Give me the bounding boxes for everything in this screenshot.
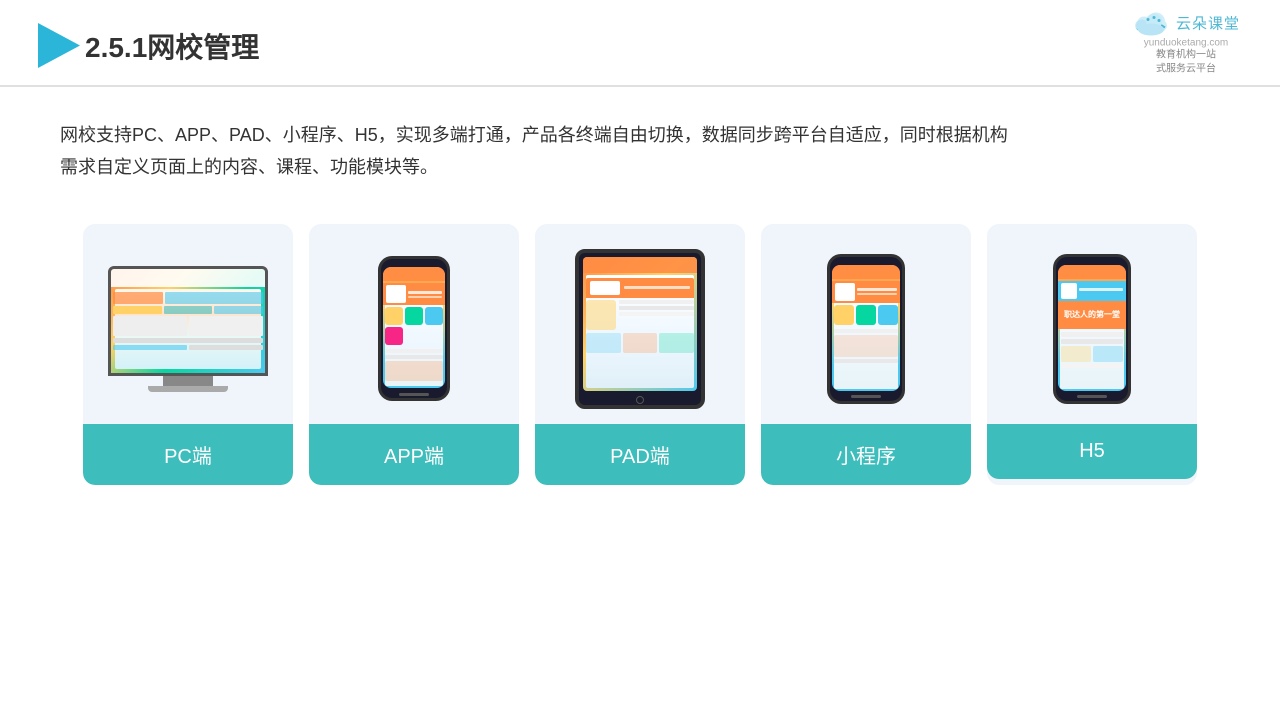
- card-miniprogram-label: 小程序: [761, 424, 971, 485]
- card-pad-image: [535, 224, 745, 424]
- card-pad: PAD端: [535, 224, 745, 485]
- card-app-label: APP端: [309, 424, 519, 485]
- card-app: APP端: [309, 224, 519, 485]
- brand-logo-area: 云朵课堂 yunduoketang.com 教育机构一站式服务云平台: [1132, 9, 1240, 76]
- card-miniprogram-image: [761, 224, 971, 424]
- card-pc-image: [83, 224, 293, 424]
- title-section: 2.5.1网校管理: [85, 26, 259, 66]
- phone-h5-mockup: 职达人的第一堂: [1053, 254, 1131, 404]
- card-h5-image: 职达人的第一堂: [987, 224, 1197, 424]
- page-header: 2.5.1网校管理 云朵课堂 yunduoketang.com 教育机构一站式服…: [0, 0, 1280, 87]
- card-pad-label: PAD端: [535, 424, 745, 485]
- tablet-pad-mockup: [575, 249, 705, 409]
- phone-miniprogram-mockup: [827, 254, 905, 404]
- card-h5-label: H5: [987, 424, 1197, 479]
- page-title: 2.5.1网校管理: [85, 26, 259, 66]
- card-miniprogram: 小程序: [761, 224, 971, 485]
- card-pc: PC端: [83, 224, 293, 485]
- brand-tagline: 教育机构一站式服务云平台: [1156, 48, 1216, 76]
- card-pc-label: PC端: [83, 424, 293, 485]
- card-app-image: [309, 224, 519, 424]
- phone-app-mockup: [378, 256, 450, 401]
- device-cards-container: PC端: [0, 194, 1280, 515]
- card-h5: 职达人的第一堂: [987, 224, 1197, 485]
- brand-name-text: 云朵课堂: [1176, 13, 1240, 34]
- pc-monitor-mockup: [108, 266, 268, 392]
- description-text: 网校支持PC、APP、PAD、小程序、H5，实现多端打通，产品各终端自由切换，数…: [0, 87, 1280, 194]
- brand-url: yunduoketang.com: [1144, 37, 1229, 48]
- cloud-brand-icon: [1132, 9, 1170, 37]
- logo-icon: [30, 18, 85, 73]
